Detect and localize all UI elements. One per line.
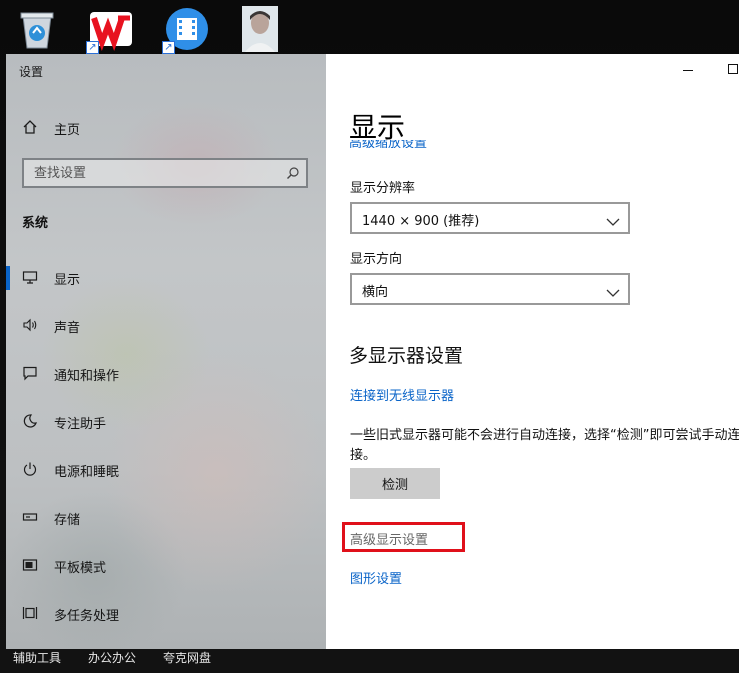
nav-home[interactable]: 主页 — [6, 114, 326, 142]
sidebar-item-sound[interactable]: 声音 — [6, 308, 326, 344]
power-icon — [21, 461, 39, 479]
sidebar-item-label: 通知和操作 — [54, 369, 120, 384]
shortcut-arrow-icon: ↗ — [162, 41, 175, 54]
speaker-icon — [21, 317, 39, 335]
orientation-select[interactable]: 横向 — [350, 273, 630, 305]
sidebar-item-storage[interactable]: 存储 — [6, 500, 326, 536]
wps-office-icon[interactable]: ↗ — [86, 6, 134, 54]
settings-window: 设置 主页 系统 显示 声音 — [6, 54, 739, 649]
desktop-label[interactable]: 夸克网盘 — [163, 649, 211, 666]
advanced-display-settings-link[interactable]: 高级显示设置 — [350, 529, 428, 548]
sidebar-item-label: 电源和睡眠 — [54, 465, 120, 480]
detect-description: 一些旧式显示器可能不会进行自动连接，选择“检测”即可尝试手动连接。 — [350, 428, 739, 463]
chevron-down-icon — [606, 212, 620, 226]
sidebar-item-label: 多任务处理 — [54, 609, 120, 624]
sidebar-item-label: 声音 — [54, 321, 81, 336]
search-box[interactable] — [22, 158, 308, 188]
sidebar-item-focus-assist[interactable]: 专注助手 — [6, 404, 326, 440]
storage-icon — [21, 509, 39, 527]
resolution-label: 显示分辨率 — [350, 181, 416, 196]
shortcut-arrow-icon: ↗ — [86, 41, 99, 54]
multitasking-icon — [21, 605, 39, 623]
multi-display-title: 多显示器设置 — [349, 345, 464, 367]
desktop-label[interactable]: 办公办公 — [88, 649, 136, 666]
notification-icon — [21, 365, 39, 383]
sidebar-item-power-sleep[interactable]: 电源和睡眠 — [6, 452, 326, 488]
section-title: 系统 — [22, 216, 49, 231]
monitor-icon — [21, 269, 39, 287]
chevron-down-icon — [606, 283, 620, 297]
orientation-value: 横向 — [362, 285, 389, 300]
sidebar-item-notifications[interactable]: 通知和操作 — [6, 356, 326, 392]
search-icon[interactable] — [286, 165, 300, 179]
video-player-icon[interactable]: ↗ — [162, 6, 210, 54]
search-input[interactable] — [24, 160, 284, 186]
detect-button[interactable]: 检测 — [350, 468, 440, 499]
resolution-value: 1440 × 900 (推荐) — [362, 214, 480, 229]
orientation-label: 显示方向 — [350, 252, 403, 267]
sidebar-item-label: 专注助手 — [54, 417, 107, 432]
minimize-button[interactable] — [683, 70, 693, 71]
settings-sidebar: 设置 主页 系统 显示 声音 — [6, 54, 326, 649]
desktop-label[interactable]: 辅助工具 — [13, 649, 61, 666]
home-icon — [21, 119, 39, 137]
recycle-bin-icon[interactable] — [14, 6, 60, 52]
photo-thumbnail-icon[interactable] — [242, 6, 278, 52]
settings-content: 高级缩放设置 显示 显示分辨率 1440 × 900 (推荐) 显示方向 横向 … — [326, 54, 739, 649]
sidebar-item-multitasking[interactable]: 多任务处理 — [6, 596, 326, 632]
sidebar-item-label: 存储 — [54, 513, 81, 528]
sidebar-item-display[interactable]: 显示 — [6, 260, 326, 296]
sidebar-item-label: 平板模式 — [54, 561, 107, 576]
graphics-settings-link[interactable]: 图形设置 — [350, 568, 402, 587]
nav-home-label: 主页 — [54, 123, 81, 138]
connect-wireless-display-link[interactable]: 连接到无线显示器 — [350, 385, 454, 404]
desktop-label-row: 辅助工具 办公办公 夸克网盘 — [0, 647, 739, 673]
maximize-button[interactable] — [728, 64, 738, 74]
tablet-icon — [21, 557, 39, 575]
sidebar-item-tablet-mode[interactable]: 平板模式 — [6, 548, 326, 584]
resolution-select[interactable]: 1440 × 900 (推荐) — [350, 202, 630, 234]
sidebar-item-label: 显示 — [54, 273, 81, 288]
moon-icon — [21, 413, 39, 431]
window-title: 设置 — [19, 65, 44, 79]
page-title: 显示 — [349, 111, 406, 144]
active-indicator — [6, 266, 10, 290]
